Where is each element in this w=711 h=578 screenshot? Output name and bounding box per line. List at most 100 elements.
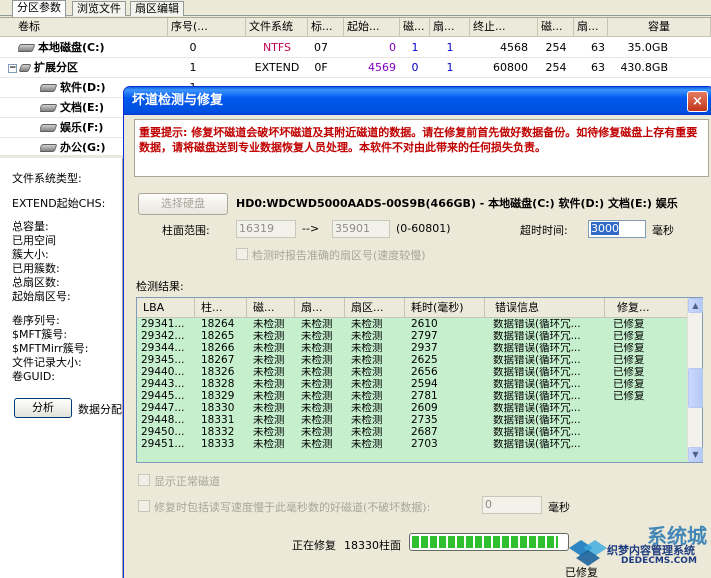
result-row[interactable]: 29440... 18326 未检测 未检测 未检测 2656 数据错误(循环冗... 已修复: [137, 367, 689, 379]
col-index[interactable]: 序号(...: [168, 18, 246, 37]
col-sector[interactable]: 扇...: [295, 298, 345, 318]
col-head[interactable]: 磁...: [247, 298, 295, 318]
partition-row[interactable]: − 扩展分区 1 EXTEND 0F 4569 0 1 60800 254 63 …: [0, 58, 711, 78]
col-sector[interactable]: 扇...: [430, 18, 470, 37]
col-time-ms[interactable]: 耗时(毫秒): [405, 298, 485, 318]
collapse-icon[interactable]: −: [8, 63, 17, 73]
cell-head: 未检测: [253, 319, 285, 330]
partition-index: 1: [189, 61, 197, 74]
col-label[interactable]: 卷标: [0, 18, 168, 37]
tab-browse-files[interactable]: 浏览文件: [72, 1, 126, 16]
watermark-line3: 已修复: [565, 566, 598, 578]
cell-error: 数据错误(循环冗...: [493, 331, 581, 342]
result-row[interactable]: 29448... 18331 未检测 未检测 未检测 2735 数据错误(循环冗...: [137, 415, 689, 427]
result-row[interactable]: 29344... 18266 未检测 未检测 未检测 2937 数据错误(循环冗... 已修复: [137, 343, 689, 355]
cylinder-to-input[interactable]: 35901: [332, 220, 390, 238]
cell-lba: 29440...: [141, 367, 185, 378]
partition-end: 60800: [493, 61, 528, 74]
results-list[interactable]: LBA 柱... 磁... 扇... 扇区... 耗时(毫秒) 错误信息 修复.…: [136, 297, 703, 463]
result-row[interactable]: 29445... 18329 未检测 未检测 未检测 2781 数据错误(循环冗... 已修复: [137, 391, 689, 403]
col-error-info[interactable]: 错误信息: [485, 298, 605, 318]
result-row[interactable]: 29443... 18328 未检测 未检测 未检测 2594 数据错误(循环冗... 已修复: [137, 379, 689, 391]
col-cylinder[interactable]: 柱...: [195, 298, 247, 318]
disk-icon: [40, 144, 58, 152]
result-row[interactable]: 29447... 18330 未检测 未检测 未检测 2609 数据错误(循环冗...: [137, 403, 689, 415]
analyze-button[interactable]: 分析: [14, 398, 72, 418]
cell-sector: 未检测: [301, 379, 333, 390]
repair-slow-checkbox[interactable]: [138, 500, 150, 512]
partition-fs: NTFS: [262, 41, 292, 54]
report-exact-sector-checkbox[interactable]: [236, 248, 248, 260]
repair-slow-ms-label: 毫秒: [548, 501, 570, 514]
cylinder-max-label: (0-60801): [396, 222, 451, 235]
col-start-cyl[interactable]: 起始...: [344, 18, 400, 37]
tab-partition-params[interactable]: 分区参数: [12, 0, 66, 17]
col-capacity[interactable]: 容量: [608, 18, 711, 37]
tab-sector-edit[interactable]: 扇区编辑: [130, 1, 184, 16]
result-row[interactable]: 29451... 18333 未检测 未检测 未检测 2703 数据错误(循环冗...: [137, 439, 689, 451]
col-end-cyl[interactable]: 终止...: [470, 18, 538, 37]
col-end-head[interactable]: 磁...: [538, 18, 574, 37]
timeout-label: 超时时间:: [520, 224, 568, 237]
cell-lba: 29445...: [141, 391, 185, 402]
show-normal-label: 显示正常磁道: [154, 475, 220, 488]
cell-head: 未检测: [253, 415, 285, 426]
dialog-titlebar[interactable]: 坏道检测与修复 ×: [124, 87, 711, 115]
partition-end-head: 254: [545, 61, 567, 74]
cell-sector: 未检测: [301, 319, 333, 330]
partition-head: 1: [411, 41, 419, 54]
cylinder-from-input[interactable]: 16319: [236, 220, 296, 238]
col-filesystem[interactable]: 文件系统: [246, 18, 308, 37]
cell-sector-num: 未检测: [351, 379, 383, 390]
cell-time: 2656: [411, 367, 438, 378]
col-lba[interactable]: LBA: [137, 298, 195, 318]
cell-time: 2609: [411, 403, 438, 414]
result-row[interactable]: 29450... 18332 未检测 未检测 未检测 2687 数据错误(循环冗...: [137, 427, 689, 439]
cell-error: 数据错误(循环冗...: [493, 439, 581, 450]
col-end-sector[interactable]: 扇...: [574, 18, 608, 37]
cell-time: 2625: [411, 355, 438, 366]
col-flag[interactable]: 标...: [308, 18, 344, 37]
cell-sector: 未检测: [301, 439, 333, 450]
timeout-ms-label: 毫秒: [652, 224, 674, 237]
result-row[interactable]: 29342... 18265 未检测 未检测 未检测 2797 数据错误(循环冗... 已修复: [137, 331, 689, 343]
cell-sector: 未检测: [301, 427, 333, 438]
result-row[interactable]: 29341... 18264 未检测 未检测 未检测 2610 数据错误(循环冗... 已修复: [137, 319, 689, 331]
partition-size: 430.8GB: [620, 61, 668, 74]
scroll-up-icon[interactable]: ▲: [688, 298, 703, 313]
partition-name: 文档(E:): [60, 101, 104, 114]
cell-lba: 29344...: [141, 343, 185, 354]
cell-cylinder: 18332: [201, 427, 235, 438]
col-head[interactable]: 磁...: [400, 18, 430, 37]
col-sector-num[interactable]: 扇区...: [345, 298, 405, 318]
results-header: LBA 柱... 磁... 扇... 扇区... 耗时(毫秒) 错误信息 修复.…: [137, 298, 689, 318]
timeout-input[interactable]: 3000: [588, 220, 646, 238]
repair-slow-label: 修复时包括读写速度慢于此毫秒数的好磁道(不破坏数据):: [154, 501, 431, 514]
partition-row[interactable]: 本地磁盘(C:) 0 NTFS 07 0 1 1 4568 254 63 35.…: [0, 38, 711, 58]
results-scrollbar[interactable]: ▲ ▼: [687, 298, 703, 462]
scroll-down-icon[interactable]: ▼: [688, 447, 703, 462]
close-button[interactable]: ×: [687, 91, 708, 112]
cell-head: 未检测: [253, 403, 285, 414]
cell-head: 未检测: [253, 391, 285, 402]
cell-head: 未检测: [253, 355, 285, 366]
cell-sector-num: 未检测: [351, 415, 383, 426]
select-disk-button[interactable]: 选择硬盘: [138, 193, 228, 215]
cell-repair: 已修复: [613, 379, 645, 390]
cell-head: 未检测: [253, 379, 285, 390]
scroll-thumb[interactable]: [688, 368, 703, 408]
cell-sector: 未检测: [301, 403, 333, 414]
repair-slow-input[interactable]: 0: [482, 496, 542, 514]
cell-sector-num: 未检测: [351, 367, 383, 378]
show-normal-checkbox[interactable]: [138, 474, 150, 486]
cell-time: 2594: [411, 379, 438, 390]
watermark: 系统城 织梦内容管理系统 DEDECMS.COM 已修复: [561, 518, 711, 578]
cell-lba: 29341...: [141, 319, 185, 330]
partition-grid-header: 卷标 序号(... 文件系统 标... 起始... 磁... 扇... 终止..…: [0, 18, 711, 37]
partition-sector: 1: [446, 61, 454, 74]
cell-head: 未检测: [253, 343, 285, 354]
result-row[interactable]: 29345... 18267 未检测 未检测 未检测 2625 数据错误(循环冗... 已修复: [137, 355, 689, 367]
col-repair[interactable]: 修复...: [605, 298, 689, 318]
main-tabbar: 分区参数 浏览文件 扇区编辑: [0, 0, 711, 17]
results-label: 检测结果:: [136, 280, 184, 293]
